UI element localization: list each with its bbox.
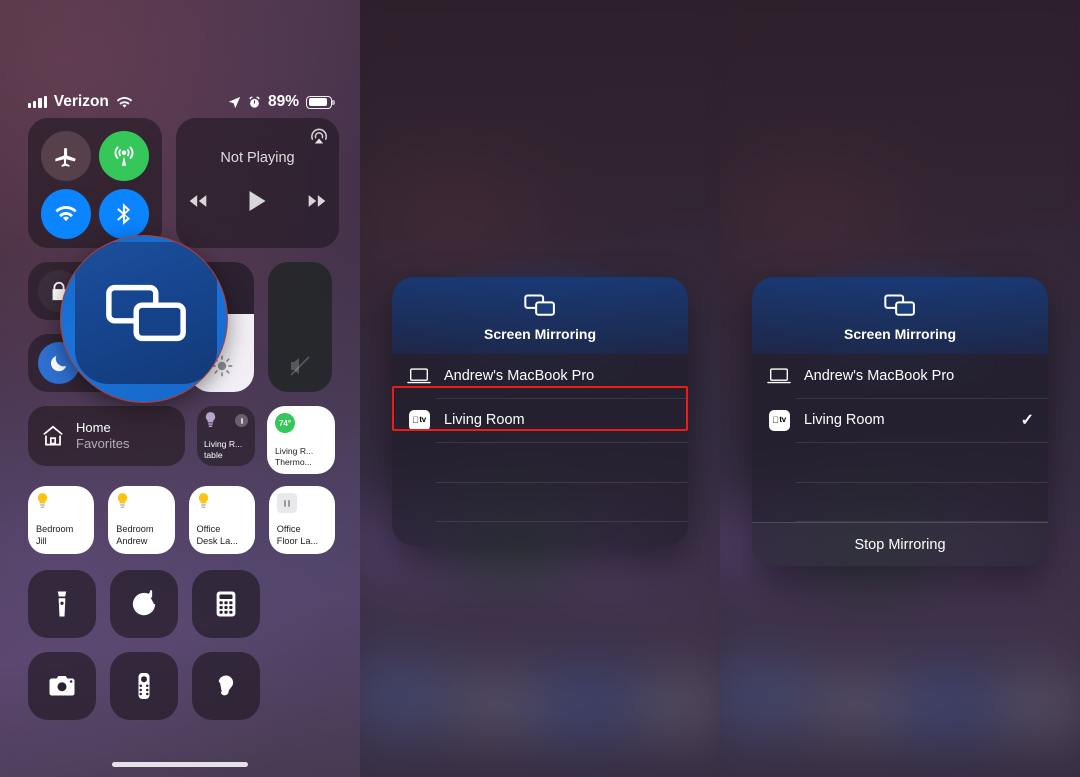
stop-mirroring-button[interactable]: Stop Mirroring bbox=[752, 522, 1048, 566]
accessory-label: Living R... table bbox=[204, 439, 243, 460]
calculator-button[interactable] bbox=[192, 570, 260, 638]
device-row-macbook[interactable]: Andrew's MacBook Pro bbox=[752, 354, 1048, 398]
airplane-mode-toggle[interactable] bbox=[41, 131, 91, 181]
panel-mirroring-list: Screen Mirroring Andrew's MacBook Pro t… bbox=[360, 0, 720, 777]
device-row-macbook[interactable]: Andrew's MacBook Pro bbox=[392, 354, 688, 398]
location-arrow-icon bbox=[228, 96, 241, 108]
volume-muted-icon bbox=[268, 354, 332, 378]
timer-button[interactable] bbox=[110, 570, 178, 638]
device-name: Andrew's MacBook Pro bbox=[804, 368, 955, 384]
dialog-footer-spacer bbox=[392, 522, 688, 546]
device-row-living-room[interactable]: tv Living Room ✓ bbox=[752, 398, 1048, 442]
light-label: Bedroom Andrew bbox=[116, 524, 154, 546]
device-name: Andrew's MacBook Pro bbox=[444, 368, 595, 384]
light-bedroom-jill[interactable]: Bedroom Jill bbox=[28, 486, 95, 554]
rewind-button[interactable] bbox=[188, 194, 208, 208]
dialog-header: Screen Mirroring bbox=[752, 277, 1048, 354]
light-label: Office Desk La... bbox=[196, 524, 238, 546]
macbook-icon bbox=[766, 367, 792, 385]
carrier-label: Verizon bbox=[53, 93, 109, 110]
screen-mirroring-icon bbox=[392, 293, 688, 318]
home-favorites-card[interactable]: Home Favorites bbox=[28, 406, 185, 466]
apple-tv-remote-button[interactable] bbox=[110, 652, 178, 720]
flashlight-button[interactable] bbox=[28, 570, 96, 638]
bulb-icon bbox=[198, 493, 208, 508]
screen-mirroring-icon bbox=[752, 293, 1048, 318]
device-list: Andrew's MacBook Pro tv Living Room ✓ bbox=[752, 354, 1048, 522]
airplay-audio-icon[interactable] bbox=[309, 126, 329, 146]
bulb-icon bbox=[118, 493, 128, 508]
light-label: Bedroom Jill bbox=[36, 524, 74, 546]
panel-mirroring-connected: Screen Mirroring Andrew's MacBook Pro t… bbox=[720, 0, 1080, 777]
bluetooth-toggle[interactable] bbox=[99, 189, 149, 239]
light-office-floor-lamp[interactable]: Office Floor La... bbox=[268, 486, 335, 554]
screen-mirroring-button[interactable] bbox=[75, 242, 217, 384]
device-name: Living Room bbox=[444, 412, 525, 428]
media-playback-module[interactable]: Not Playing bbox=[176, 118, 339, 248]
accessory-label: Living R... Thermo... bbox=[275, 446, 314, 467]
screen-mirroring-icon bbox=[106, 284, 186, 342]
control-center: Not Playing Home Favorites Living R... t… bbox=[28, 118, 339, 720]
accessory-living-room-thermostat[interactable]: 74° Living R... Thermo... bbox=[267, 406, 335, 474]
home-subtitle: Favorites bbox=[76, 436, 130, 451]
macbook-icon bbox=[406, 367, 432, 385]
device-row-living-room[interactable]: tv Living Room bbox=[392, 398, 688, 442]
selected-checkmark-icon: ✓ bbox=[1020, 412, 1034, 429]
hearing-button[interactable] bbox=[192, 652, 260, 720]
screen-mirroring-dialog-connected: Screen Mirroring Andrew's MacBook Pro t… bbox=[752, 277, 1048, 566]
fast-forward-button[interactable] bbox=[307, 194, 327, 208]
alarm-clock-icon bbox=[249, 96, 260, 108]
light-bedroom-andrew[interactable]: Bedroom Andrew bbox=[108, 486, 175, 554]
status-bar: Verizon 89% bbox=[0, 89, 360, 115]
list-empty-slot bbox=[392, 442, 688, 482]
light-label: Office Floor La... bbox=[276, 524, 319, 546]
now-playing-label: Not Playing bbox=[220, 150, 295, 166]
wifi-toggle[interactable] bbox=[41, 189, 91, 239]
apple-tv-icon: tv bbox=[766, 409, 792, 431]
play-button[interactable] bbox=[248, 190, 267, 212]
battery-icon bbox=[306, 95, 335, 109]
panel-control-center: Verizon 89% Not Playing Home Favorites L… bbox=[0, 0, 360, 777]
camera-button[interactable] bbox=[28, 652, 96, 720]
temperature-badge: 74° bbox=[275, 413, 295, 433]
home-title: Home bbox=[76, 419, 111, 435]
list-empty-slot bbox=[392, 482, 688, 522]
wifi-icon bbox=[116, 96, 133, 108]
home-icon bbox=[43, 425, 63, 446]
cellular-bars-icon bbox=[28, 96, 47, 108]
cellular-data-toggle[interactable] bbox=[99, 131, 149, 181]
switch-indicator-icon bbox=[235, 414, 248, 427]
bulb-icon bbox=[37, 493, 48, 508]
switch-icon bbox=[276, 493, 297, 513]
home-indicator bbox=[112, 762, 248, 767]
list-empty-slot bbox=[752, 442, 1048, 482]
dialog-title: Screen Mirroring bbox=[483, 326, 597, 342]
dialog-header: Screen Mirroring bbox=[392, 277, 688, 354]
volume-slider[interactable] bbox=[268, 262, 332, 392]
apple-tv-icon: tv bbox=[406, 409, 432, 431]
device-list: Andrew's MacBook Pro tv Living Room bbox=[392, 354, 688, 522]
dialog-title: Screen Mirroring bbox=[843, 326, 957, 342]
list-empty-slot bbox=[752, 482, 1048, 522]
accessory-living-room-table[interactable]: Living R... table bbox=[197, 406, 255, 466]
screen-mirroring-button-magnified[interactable] bbox=[60, 235, 228, 403]
battery-percent-label: 89% bbox=[267, 93, 299, 110]
device-name: Living Room bbox=[804, 412, 885, 428]
bulb-icon bbox=[205, 412, 216, 427]
three-panel-tutorial-screenshot: Verizon 89% Not Playing Home Favorites L… bbox=[0, 0, 1080, 777]
light-office-desk-lamp[interactable]: Office Desk La... bbox=[188, 486, 255, 554]
screen-mirroring-dialog: Screen Mirroring Andrew's MacBook Pro t… bbox=[392, 277, 688, 546]
connectivity-module bbox=[28, 118, 162, 248]
